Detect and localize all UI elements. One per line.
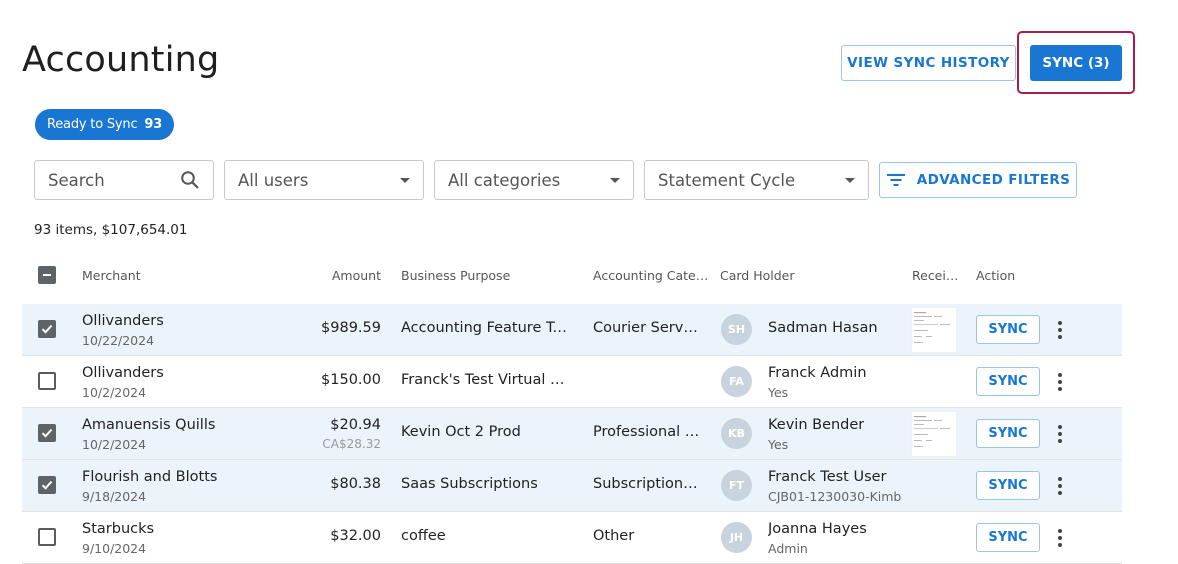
card-holder-name: Joanna Hayes <box>768 521 867 537</box>
search-input[interactable]: Search <box>34 160 214 200</box>
more-vert-icon[interactable] <box>1054 372 1066 392</box>
transaction-date: 9/10/2024 <box>82 541 147 556</box>
items-summary: 93 items, $107,654.01 <box>34 222 188 238</box>
transaction-date: 10/2/2024 <box>82 385 147 400</box>
amount: $20.94 <box>330 417 381 433</box>
select-all-checkbox[interactable] <box>38 266 56 284</box>
chevron-down-icon <box>845 177 855 183</box>
row-sync-button[interactable]: SYNC <box>976 367 1040 396</box>
accounting-category[interactable]: Courier Services <box>593 320 701 336</box>
business-purpose[interactable]: Franck's Test Virtual Card <box>401 372 573 388</box>
table-row[interactable]: Ollivanders 10/22/2024 $989.59 Accounting F… <box>22 304 1122 356</box>
table-header: Merchant Amount Business Purpose Account… <box>22 264 1122 288</box>
categories-select[interactable]: All categories <box>434 160 634 200</box>
sync-all-button[interactable]: SYNC (3) <box>1030 45 1122 81</box>
row-sync-button[interactable]: SYNC <box>976 523 1040 552</box>
table-row[interactable]: Starbucks 9/10/2024 $32.00 coffee Other JH Joa… <box>22 512 1122 564</box>
ready-to-sync-chip[interactable]: Ready to Sync 93 <box>35 109 175 140</box>
row-sync-button[interactable]: SYNC <box>976 315 1040 344</box>
merchant-name: Starbucks <box>82 521 155 537</box>
merchant-name: Ollivanders <box>82 365 164 381</box>
accounting-category[interactable]: Professional Services <box>593 424 701 440</box>
row-checkbox[interactable] <box>38 528 56 546</box>
receipt-thumbnail[interactable] <box>911 307 957 353</box>
header-action: Action <box>976 268 1016 283</box>
more-vert-icon[interactable] <box>1054 320 1066 340</box>
statement-cycle-value: Statement Cycle <box>658 170 796 190</box>
amount: $150.00 <box>321 372 381 388</box>
chip-count: 93 <box>144 117 163 132</box>
card-holder-detail: CJB01-1230030-Kimball <box>768 489 902 504</box>
advanced-filters-button[interactable]: ADVANCED FILTERS <box>879 162 1077 198</box>
amount: $32.00 <box>330 528 381 544</box>
more-vert-icon[interactable] <box>1054 476 1066 496</box>
more-vert-icon[interactable] <box>1054 528 1066 548</box>
header-card-holder[interactable]: Card Holder <box>720 268 795 283</box>
row-sync-button[interactable]: SYNC <box>976 419 1040 448</box>
advanced-filters-label: ADVANCED FILTERS <box>916 172 1071 188</box>
row-checkbox[interactable] <box>38 320 56 338</box>
card-holder-name: Sadman Hasan <box>768 320 878 336</box>
table-row[interactable]: Flourish and Blotts 9/18/2024 $80.38 Saas S… <box>22 460 1122 512</box>
avatar: JH <box>721 522 752 553</box>
card-holder-detail: Admin <box>768 541 808 556</box>
accounting-category[interactable]: Other <box>593 528 701 544</box>
header-receipt[interactable]: Recei… <box>912 268 958 283</box>
statement-cycle-select[interactable]: Statement Cycle <box>644 160 869 200</box>
users-select[interactable]: All users <box>224 160 424 200</box>
transaction-date: 10/2/2024 <box>82 437 147 452</box>
page-title: Accounting <box>22 40 220 80</box>
header-accounting-category[interactable]: Accounting Cate… <box>593 268 708 283</box>
row-checkbox[interactable] <box>38 476 56 494</box>
avatar: SH <box>721 314 752 345</box>
categories-select-value: All categories <box>448 170 561 190</box>
business-purpose[interactable]: Saas Subscriptions <box>401 476 573 492</box>
header-business-purpose[interactable]: Business Purpose <box>401 268 510 283</box>
business-purpose[interactable]: Kevin Oct 2 Prod <box>401 424 573 440</box>
row-sync-button[interactable]: SYNC <box>976 471 1040 500</box>
search-icon <box>181 171 199 189</box>
card-holder-detail: Yes <box>768 385 789 400</box>
amount: $989.59 <box>321 320 381 336</box>
card-holder-name: Franck Test User <box>768 469 887 485</box>
chip-label: Ready to Sync <box>47 117 138 132</box>
business-purpose[interactable]: Accounting Feature Testing <box>401 320 573 336</box>
chevron-down-icon <box>400 177 410 183</box>
merchant-name: Amanuensis Quills <box>82 417 216 433</box>
users-select-value: All users <box>238 170 309 190</box>
merchant-name: Ollivanders <box>82 313 164 329</box>
receipt-thumbnail[interactable] <box>911 411 957 457</box>
merchant-name: Flourish and Blotts <box>82 469 218 485</box>
business-purpose[interactable]: coffee <box>401 528 573 544</box>
table-row[interactable]: Ollivanders 10/2/2024 $150.00 Franck's Test… <box>22 356 1122 408</box>
filter-icon <box>886 174 905 186</box>
table-row[interactable]: Amanuensis Quills 10/2/2024 $20.94 CA$28.32… <box>22 408 1122 460</box>
view-sync-history-button[interactable]: VIEW SYNC HISTORY <box>841 45 1016 81</box>
transaction-date: 9/18/2024 <box>82 489 147 504</box>
accounting-category[interactable]: Subscriptions & Software <box>593 476 701 492</box>
amount: $80.38 <box>330 476 381 492</box>
avatar: FT <box>721 470 752 501</box>
card-holder-name: Franck Admin <box>768 365 867 381</box>
avatar: FA <box>721 366 752 397</box>
transaction-date: 10/22/2024 <box>82 333 155 348</box>
more-vert-icon[interactable] <box>1054 424 1066 444</box>
avatar: KB <box>721 418 752 449</box>
header-merchant[interactable]: Merchant <box>82 268 141 283</box>
chevron-down-icon <box>610 177 620 183</box>
header-amount[interactable]: Amount <box>332 268 381 283</box>
search-placeholder: Search <box>48 170 105 190</box>
card-holder-detail: Yes <box>768 437 789 452</box>
row-checkbox[interactable] <box>38 424 56 442</box>
card-holder-name: Kevin Bender <box>768 417 865 433</box>
foreign-amount: CA$28.32 <box>322 437 381 451</box>
row-checkbox[interactable] <box>38 372 56 390</box>
